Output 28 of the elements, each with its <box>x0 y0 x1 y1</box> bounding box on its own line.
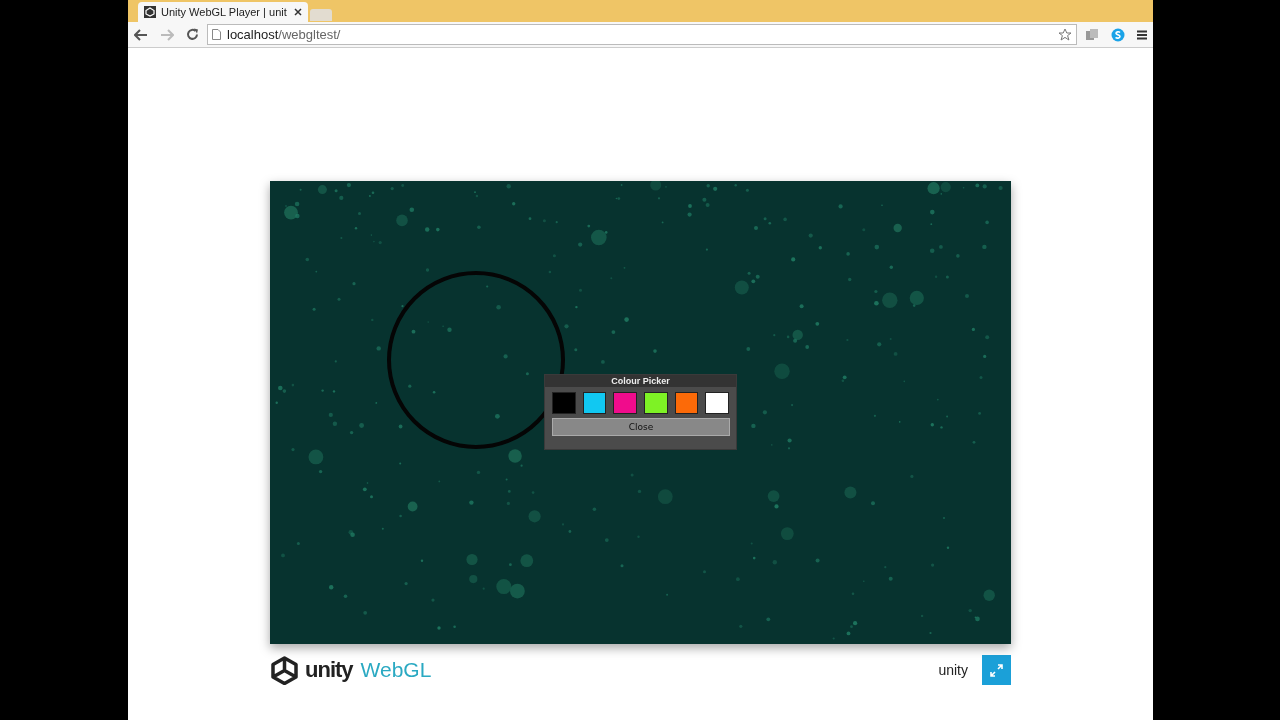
colour-swatch[interactable] <box>705 392 730 414</box>
back-arrow-icon[interactable] <box>134 28 148 41</box>
logo-word: unity <box>305 657 353 683</box>
s-logo-icon[interactable] <box>1111 27 1125 42</box>
colour-swatch[interactable] <box>644 392 668 414</box>
star-icon[interactable] <box>1058 27 1072 42</box>
cube-logo-icon <box>144 6 156 18</box>
game-canvas[interactable]: Colour Picker Close <box>270 181 1011 644</box>
page-icon <box>212 29 221 40</box>
colour-swatch[interactable] <box>582 392 607 414</box>
menu-icon[interactable] <box>1137 29 1147 40</box>
colour-swatch[interactable] <box>674 392 699 414</box>
colour-swatch[interactable] <box>552 392 576 414</box>
cube-logo-icon <box>270 655 299 685</box>
close-icon[interactable] <box>294 8 302 16</box>
close-button[interactable]: Close <box>552 418 730 436</box>
reload-icon[interactable] <box>186 28 199 41</box>
panel-title: Colour Picker <box>545 375 736 387</box>
logo-product: WebGL <box>360 658 432 682</box>
browser-tab[interactable]: Unity WebGL Player | unit <box>138 2 308 22</box>
fullscreen-button[interactable] <box>982 655 1011 685</box>
url-text: localhost/webgltest/ <box>227 27 341 42</box>
expand-arrows-icon <box>990 663 1003 677</box>
brand-text: unity <box>938 662 968 678</box>
address-field[interactable]: localhost/webgltest/ <box>207 24 1077 45</box>
tab-title: Unity WebGL Player | unit <box>161 6 287 18</box>
extension-icon[interactable] <box>1085 28 1099 41</box>
colour-swatch[interactable] <box>613 392 637 414</box>
